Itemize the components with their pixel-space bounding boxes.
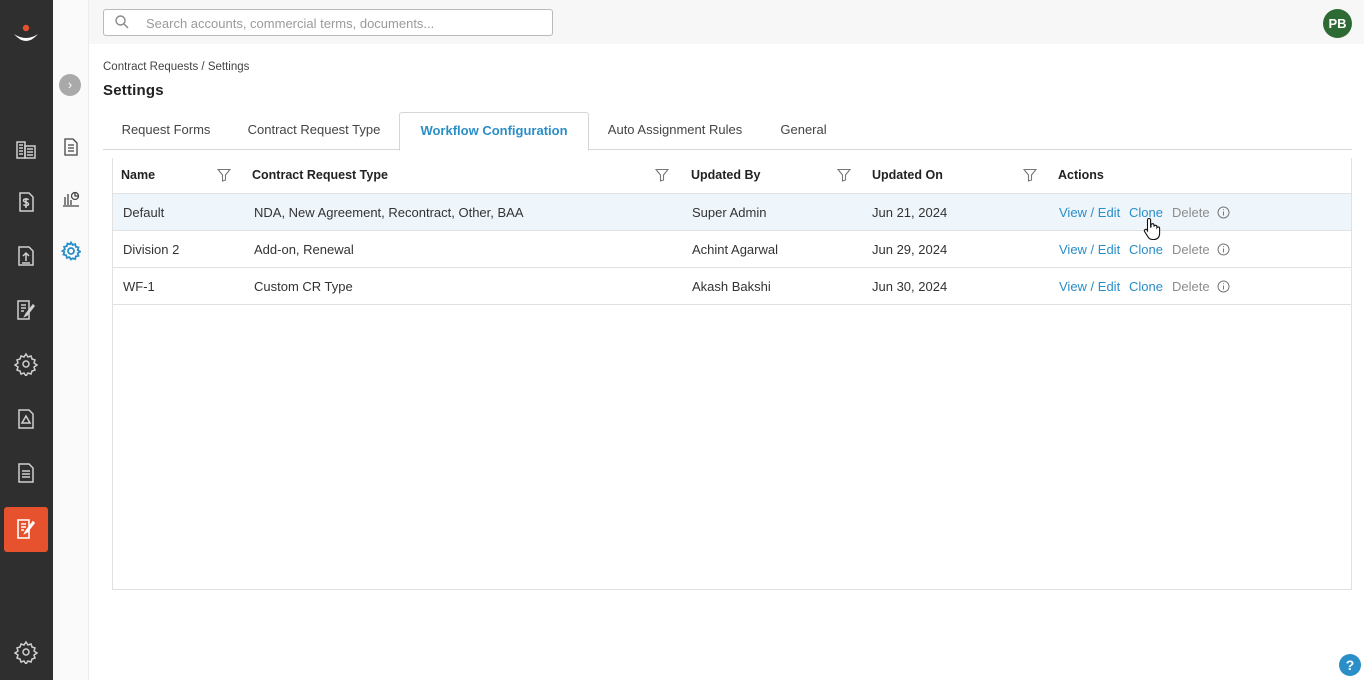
alert-doc-icon[interactable] [14,407,38,431]
workflow-table: Name Contract Request Type Updated By Up… [112,158,1352,590]
upload-doc-icon[interactable] [14,244,38,268]
delete-button[interactable]: Delete [1172,279,1210,294]
clone-button[interactable]: Clone [1129,242,1163,257]
filter-icon[interactable] [655,168,669,182]
settings-icon[interactable] [60,240,82,261]
column-header-updated-on[interactable]: Updated On [872,168,943,182]
top-bar: PB [89,0,1364,44]
clone-button[interactable]: Clone [1129,279,1163,294]
tab-contract-request-type[interactable]: Contract Request Type [229,112,399,150]
edit-doc-icon[interactable] [14,298,38,322]
row-updated-on: Jun 29, 2024 [872,242,948,257]
delete-button[interactable]: Delete [1172,205,1210,220]
help-button[interactable]: ? [1339,654,1361,676]
column-header-name[interactable]: Name [121,168,155,182]
row-name: WF-1 [123,279,155,294]
user-avatar[interactable]: PB [1323,9,1352,38]
row-type: NDA, New Agreement, Recontract, Other, B… [254,205,524,220]
admin-gear-icon[interactable] [13,640,39,666]
table-row[interactable]: Default NDA, New Agreement, Recontract, … [113,194,1351,231]
app-logo[interactable] [12,22,40,48]
tab-request-forms[interactable]: Request Forms [103,112,229,150]
view-edit-button[interactable]: View / Edit [1059,242,1120,257]
row-updated-by: Super Admin [692,205,767,220]
report-doc-icon[interactable] [14,461,38,485]
row-updated-on: Jun 30, 2024 [872,279,948,294]
contract-request-icon[interactable] [14,517,38,541]
column-header-actions: Actions [1058,168,1104,182]
tab-workflow-configuration[interactable]: Workflow Configuration [399,112,589,151]
row-updated-on: Jun 21, 2024 [872,205,948,220]
settings-tabs: Request Forms Contract Request Type Work… [103,112,1352,151]
settings-gear-icon[interactable] [13,352,39,378]
filter-icon[interactable] [837,168,851,182]
info-icon[interactable] [1217,243,1230,256]
dollar-doc-icon[interactable] [14,190,38,214]
view-edit-button[interactable]: View / Edit [1059,205,1120,220]
table-header: Name Contract Request Type Updated By Up… [113,158,1351,194]
info-icon[interactable] [1217,206,1230,219]
page-title: Settings [103,82,164,99]
column-header-type[interactable]: Contract Request Type [252,168,388,182]
chart-icon[interactable] [61,188,81,208]
row-updated-by: Akash Bakshi [692,279,771,294]
tab-auto-assignment-rules[interactable]: Auto Assignment Rules [589,112,761,150]
table-row[interactable]: Division 2 Add-on, Renewal Achint Agarwa… [113,231,1351,268]
column-header-updated-by[interactable]: Updated By [691,168,760,182]
document-icon[interactable] [61,137,81,157]
buildings-icon[interactable] [14,137,38,161]
breadcrumb: Contract Requests / Settings [103,61,250,73]
filter-icon[interactable] [1023,168,1037,182]
row-name: Default [123,205,165,220]
info-icon[interactable] [1217,280,1230,293]
search-input[interactable] [146,13,546,33]
expand-chevron-icon[interactable]: › [59,74,81,96]
row-updated-by: Achint Agarwal [692,242,778,257]
delete-button[interactable]: Delete [1172,242,1210,257]
table-row[interactable]: WF-1 Custom CR Type Akash Bakshi Jun 30,… [113,268,1351,305]
main-nav-rail [0,0,53,680]
row-type: Add-on, Renewal [254,242,354,257]
row-name: Division 2 [123,242,180,257]
search-icon [115,15,129,29]
settings-sidebar: › [53,0,89,680]
filter-icon[interactable] [217,168,231,182]
global-search[interactable] [103,9,553,36]
tab-general[interactable]: General [761,112,846,150]
view-edit-button[interactable]: View / Edit [1059,279,1120,294]
row-type: Custom CR Type [254,279,353,294]
hand-cursor-icon [1143,217,1161,241]
